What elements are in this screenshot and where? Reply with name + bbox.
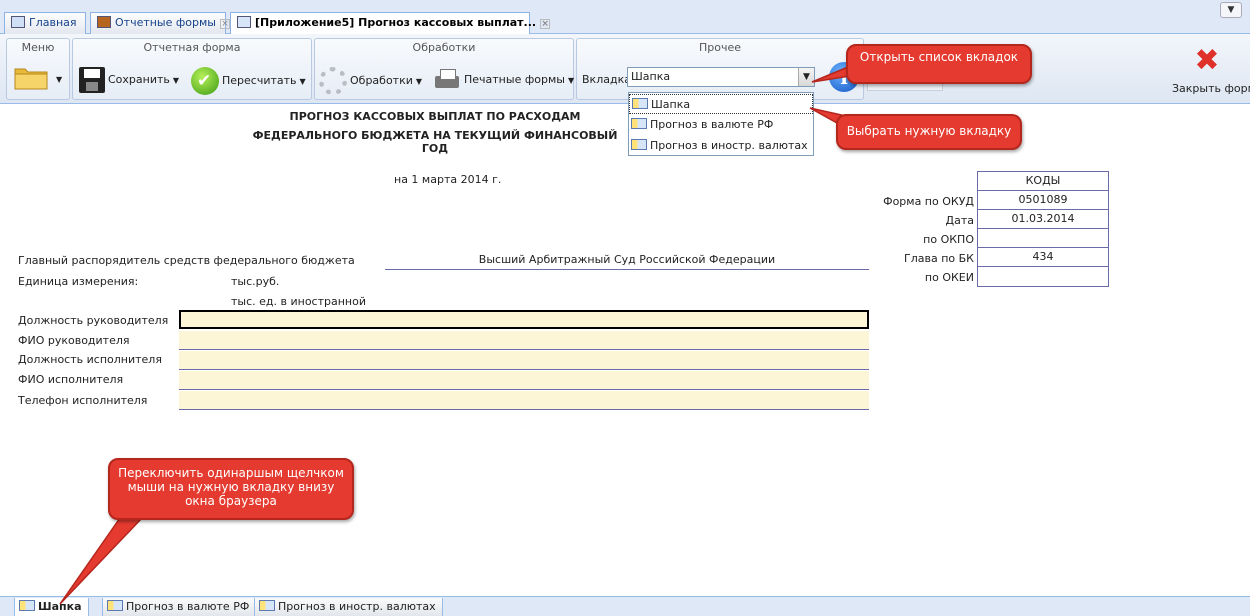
ribbon-toolbar: Меню ▼ Отчетная форма Сохранить▼ Пересчи…	[0, 34, 1250, 104]
callout-switch-tab: Переключить одинаршым щелчком мыши на ну…	[108, 458, 354, 520]
tab-home-label: Главная	[29, 16, 77, 29]
gear-icon	[319, 67, 347, 95]
codes-header: КОДЫ	[978, 172, 1108, 191]
executor-name-field[interactable]	[179, 371, 869, 390]
close-icon[interactable]: ×	[219, 19, 230, 29]
chevron-down-icon[interactable]: ▼	[1220, 2, 1242, 18]
chevron-down-icon[interactable]: ▼	[798, 68, 814, 86]
group-title: Меню	[21, 41, 55, 54]
sheet-tab-label: Шапка	[38, 600, 82, 613]
dropdown-option-rub[interactable]: Прогноз в валюте РФ	[629, 115, 813, 135]
codes-cell[interactable]	[978, 267, 1108, 286]
executor-phone-field[interactable]	[179, 391, 869, 410]
codes-cell[interactable]: 01.03.2014	[978, 210, 1108, 229]
callout-open-list: Открыть список вкладок	[846, 44, 1032, 84]
unit-label: Единица измерения:	[18, 275, 139, 288]
tab-report-forms[interactable]: Отчетные формы ×	[90, 12, 230, 34]
sheet-icon	[632, 98, 648, 109]
check-icon	[191, 67, 219, 95]
sheet-tab-label: Прогноз в валюте РФ	[126, 600, 250, 613]
home-icon	[11, 16, 25, 28]
ribbon-group-report: Отчетная форма Сохранить▼ Пересчитать▼	[72, 38, 312, 100]
close-form-icon[interactable]: ✖	[1192, 46, 1222, 76]
dropdown-option-foreign[interactable]: Прогноз в иностр. валютах	[629, 136, 813, 156]
sheet-tab-rub[interactable]: Прогноз в валюте РФ	[102, 598, 257, 616]
close-icon[interactable]: ×	[540, 19, 551, 29]
callout-choose-tab: Выбрать нужную вкладку	[836, 114, 1022, 150]
doc-date: на 1 марта 2014 г.	[394, 173, 502, 186]
head-position-field[interactable]	[179, 310, 869, 329]
window-tab-bar: Главная Отчетные формы × [Приложение5] Пр…	[0, 0, 1250, 34]
processing-label: Обработки	[350, 74, 413, 87]
field-label: ФИО руководителя	[18, 334, 130, 347]
field-label: Телефон исполнителя	[18, 394, 148, 407]
sheet-icon	[631, 139, 647, 150]
executor-position-field[interactable]	[179, 351, 869, 370]
document-area: ПРОГНОЗ КАССОВЫХ ВЫПЛАТ ПО РАСХОДАМ ФЕДЕ…	[0, 105, 1250, 595]
print-forms-label: Печатные формы	[464, 73, 565, 86]
codes-label: Форма по ОКУД	[883, 195, 974, 208]
ribbon-group-menu: Меню ▼	[6, 38, 70, 100]
close-form-button[interactable]: Закрыть форму	[1172, 82, 1250, 95]
sheet-icon	[631, 118, 647, 129]
codes-label: по ОКПО	[923, 233, 974, 246]
codes-table: КОДЫ 0501089 01.03.2014 434	[977, 171, 1109, 287]
sheet-icon	[19, 600, 35, 611]
unit-value-rub: тыс.руб.	[231, 275, 280, 288]
sheet-tab-label: Прогноз в иностр. валютах	[278, 600, 436, 613]
option-label: Прогноз в иностр. валютах	[650, 139, 808, 152]
codes-label: Дата	[945, 214, 974, 227]
group-title: Прочее	[698, 41, 742, 54]
doc-title-line1: ПРОГНОЗ КАССОВЫХ ВЫПЛАТ ПО РАСХОДАМ	[289, 110, 581, 123]
book-icon	[97, 16, 111, 28]
codes-label: по ОКЕИ	[924, 271, 974, 284]
option-label: Прогноз в валюте РФ	[650, 118, 774, 131]
divider	[385, 269, 869, 270]
field-label: Должность исполнителя	[18, 353, 162, 366]
save-icon	[79, 67, 105, 93]
tab-select-value: Шапка	[631, 70, 671, 83]
form-icon	[237, 16, 251, 28]
print-forms-button[interactable]: Печатные формы ▼	[433, 67, 574, 91]
printer-icon	[433, 67, 461, 93]
doc-title-line2: ФЕДЕРАЛЬНОГО БЮДЖЕТА НА ТЕКУЩИЙ ФИНАНСОВ…	[252, 129, 618, 155]
codes-cell[interactable]: 0501089	[978, 191, 1108, 210]
field-label: Должность руководителя	[18, 314, 169, 327]
tab-home[interactable]: Главная	[4, 12, 86, 34]
group-title: Обработки	[412, 41, 476, 54]
tab-dropdown-list: Шапка Прогноз в валюте РФ Прогноз в инос…	[628, 92, 814, 156]
manager-value: Высший Арбитражный Суд Российской Федера…	[478, 253, 776, 266]
codes-cell[interactable]: 434	[978, 248, 1108, 267]
tab-appendix5[interactable]: [Приложение5] Прогноз кассовых выплат...…	[230, 12, 551, 34]
sheet-icon	[107, 600, 123, 611]
processing-button[interactable]: Обработки ▼	[319, 67, 422, 95]
ribbon-group-processing: Обработки Обработки ▼ Печатные формы ▼	[314, 38, 574, 100]
sheet-icon	[259, 600, 275, 611]
unit-value-foreign: тыс. ед. в иностранной	[231, 295, 366, 308]
recalc-label: Пересчитать	[222, 74, 297, 87]
recalc-button[interactable]: Пересчитать▼	[191, 67, 306, 95]
menu-caret[interactable]: ▼	[53, 67, 62, 91]
field-label: ФИО исполнителя	[18, 373, 124, 386]
group-title: Отчетная форма	[143, 41, 241, 54]
tab-appendix5-label: [Приложение5] Прогноз кассовых выплат...	[255, 16, 537, 29]
sheet-tab-header[interactable]: Шапка	[14, 598, 89, 616]
tab-select[interactable]: Шапка ▼	[627, 67, 815, 87]
manager-label: Главный распорядитель средств федерально…	[18, 254, 355, 267]
save-button[interactable]: Сохранить ▼	[79, 67, 179, 93]
codes-label: Глава по БК	[904, 252, 974, 265]
codes-cell[interactable]	[978, 229, 1108, 248]
save-label: Сохранить	[108, 73, 170, 86]
option-label: Шапка	[651, 98, 691, 111]
sheet-tab-bar: Шапка Прогноз в валюте РФ Прогноз в инос…	[0, 596, 1250, 616]
dropdown-option-header[interactable]: Шапка	[629, 94, 813, 114]
tab-select-label: Вкладка	[582, 73, 631, 86]
head-name-field[interactable]	[179, 331, 869, 350]
folder-icon[interactable]	[13, 63, 49, 91]
sheet-tab-foreign[interactable]: Прогноз в иностр. валютах	[254, 598, 443, 616]
tab-report-forms-label: Отчетные формы	[115, 16, 216, 29]
ribbon-group-other: Прочее Вкладка Шапка ▼ i	[576, 38, 943, 100]
